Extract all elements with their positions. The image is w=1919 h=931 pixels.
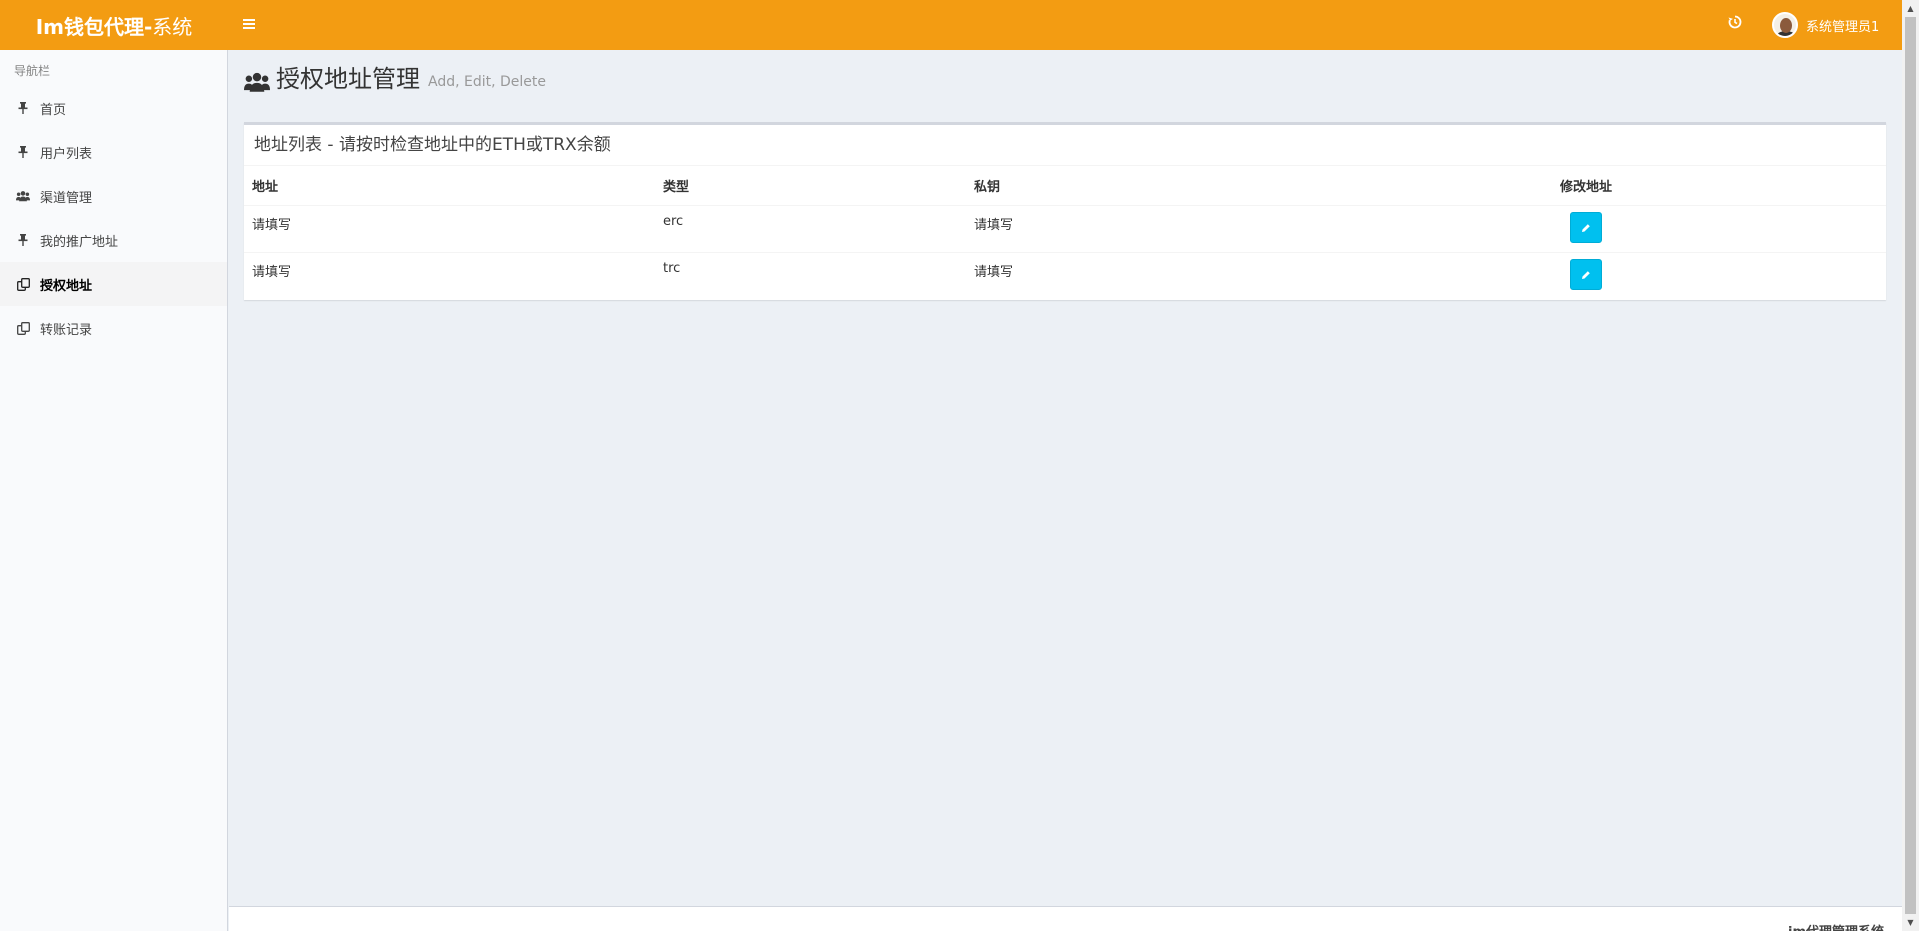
cell-private-key: 请填写 <box>966 252 1286 300</box>
cell-edit <box>1286 252 1886 300</box>
scroll-down-arrow-icon[interactable]: ▼ <box>1902 914 1919 931</box>
pin-icon <box>16 145 30 159</box>
sidebar-item-home[interactable]: 首页 <box>0 86 227 130</box>
cell-private-key: 请填写 <box>966 205 1286 253</box>
logo-bold-text: Im钱包代理- <box>35 14 153 39</box>
page-title: 授权地址管理 <box>276 65 420 93</box>
user-menu[interactable]: 系统管理员1 <box>1772 10 1879 40</box>
cell-type: trc <box>655 252 966 300</box>
history-icon[interactable] <box>1728 15 1748 35</box>
column-header-type: 类型 <box>655 166 966 206</box>
sidebar-item-user-list[interactable]: 用户列表 <box>0 130 227 174</box>
sidebar: 导航栏 首页 用户列表 渠道管理 我的推广地址 授权地址 转账记录 <box>0 50 228 931</box>
pencil-icon <box>1582 223 1590 232</box>
pin-icon <box>16 233 30 247</box>
top-navbar: Im钱包代理- 系统 系统管理员1 <box>0 0 1902 50</box>
scroll-thumb[interactable] <box>1905 17 1916 914</box>
sidebar-toggle-icon[interactable] <box>240 13 260 37</box>
address-list-box: 地址列表 - 请按时检查地址中的ETH或TRX余额 地址 类型 私钥 修改地址 … <box>244 122 1886 300</box>
table-row: 请填写 trc 请填写 <box>244 252 1886 300</box>
footer: im代理管理系统 <box>229 906 1902 931</box>
copy-icon <box>16 277 30 291</box>
pencil-icon <box>1582 270 1590 279</box>
cell-type: erc <box>655 205 966 253</box>
sidebar-item-label: 授权地址 <box>40 278 93 294</box>
page-subtitle: Add, Edit, Delete <box>428 74 547 90</box>
footer-text: im代理管理系统 <box>1788 921 1884 931</box>
avatar <box>1772 12 1798 38</box>
sidebar-item-transfer-records[interactable]: 转账记录 <box>0 306 227 350</box>
sidebar-item-label: 我的推广地址 <box>40 234 119 250</box>
users-icon <box>16 189 30 203</box>
users-icon <box>244 70 270 94</box>
user-name: 系统管理员1 <box>1806 19 1880 35</box>
logo[interactable]: Im钱包代理- 系统 <box>0 0 228 50</box>
pin-icon <box>16 101 30 115</box>
scroll-up-arrow-icon[interactable]: ▲ <box>1902 0 1919 17</box>
sidebar-item-auth-address[interactable]: 授权地址 <box>0 262 227 306</box>
page-header: 授权地址管理 Add, Edit, Delete <box>244 64 546 94</box>
edit-address-button[interactable] <box>1570 259 1602 290</box>
sidebar-item-label: 渠道管理 <box>40 190 93 206</box>
edit-address-button[interactable] <box>1570 212 1602 243</box>
sidebar-item-promo-address[interactable]: 我的推广地址 <box>0 218 227 262</box>
cell-address: 请填写 <box>244 205 655 253</box>
address-table: 地址 类型 私钥 修改地址 请填写 erc 请填写 请填写 trc 请填写 <box>244 166 1886 300</box>
sidebar-item-label: 用户列表 <box>40 146 93 162</box>
table-row: 请填写 erc 请填写 <box>244 205 1886 253</box>
cell-address: 请填写 <box>244 252 655 300</box>
logo-light-text: 系统 <box>152 14 193 39</box>
box-title: 地址列表 - 请按时检查地址中的ETH或TRX余额 <box>244 125 1886 166</box>
copy-icon <box>16 321 30 335</box>
vertical-scrollbar[interactable]: ▲ ▼ <box>1902 0 1919 931</box>
table-header-row: 地址 类型 私钥 修改地址 <box>244 166 1886 206</box>
sidebar-header: 导航栏 <box>14 64 51 78</box>
cell-edit <box>1286 205 1886 253</box>
sidebar-item-label: 首页 <box>40 102 67 118</box>
content-wrapper: 授权地址管理 Add, Edit, Delete 地址列表 - 请按时检查地址中… <box>229 50 1902 905</box>
column-header-address: 地址 <box>244 166 655 206</box>
column-header-private-key: 私钥 <box>966 166 1286 206</box>
sidebar-item-label: 转账记录 <box>40 322 93 338</box>
sidebar-item-channels[interactable]: 渠道管理 <box>0 174 227 218</box>
column-header-edit: 修改地址 <box>1286 166 1886 206</box>
